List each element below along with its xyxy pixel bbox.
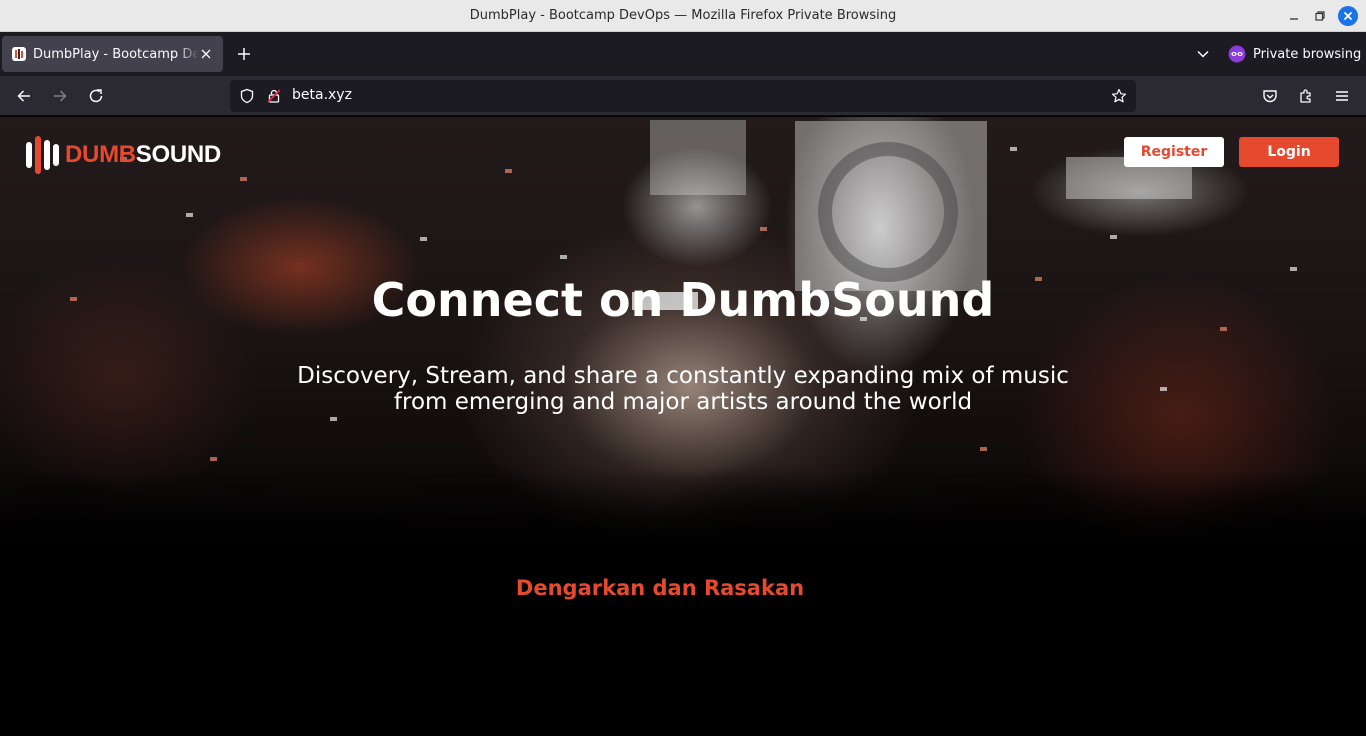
pocket-button[interactable] xyxy=(1260,86,1280,106)
confetti xyxy=(1010,147,1017,151)
url-text[interactable]: beta.xyz xyxy=(292,87,352,103)
close-icon xyxy=(1344,12,1352,20)
hamburger-menu-icon xyxy=(1336,91,1348,101)
window-titlebar: DumbPlay - Bootcamp DevOps — Mozilla Fir… xyxy=(0,0,1366,32)
navigation-toolbar: beta.xyz xyxy=(0,76,1366,116)
hero-banner: DUMBSOUND Register Login Connect on Dumb… xyxy=(0,117,1366,550)
chevron-down-icon xyxy=(1197,50,1209,58)
bookmark-button[interactable] xyxy=(1110,87,1128,105)
maximize-window-button[interactable] xyxy=(1310,6,1330,26)
dumbsound-logo[interactable]: DUMBSOUND xyxy=(26,136,221,174)
tracking-protection-button[interactable] xyxy=(238,87,256,105)
back-arrow-icon xyxy=(17,90,30,102)
close-window-button[interactable] xyxy=(1338,6,1358,26)
minimize-icon xyxy=(1290,18,1298,20)
private-mask-icon xyxy=(1228,45,1246,63)
stage-emblem xyxy=(818,142,958,282)
application-menu-button[interactable] xyxy=(1332,86,1352,106)
list-all-tabs-button[interactable] xyxy=(1194,44,1212,64)
stage-screen xyxy=(650,120,746,195)
confetti xyxy=(1290,267,1297,271)
register-button[interactable]: Register xyxy=(1124,137,1224,167)
hero-title: Connect on DumbSound xyxy=(371,273,995,327)
new-tab-button[interactable] xyxy=(234,44,254,64)
logo-text-dumb: DUMB xyxy=(65,141,136,168)
forward-arrow-icon xyxy=(54,90,67,102)
window-title: DumbPlay - Bootcamp DevOps — Mozilla Fir… xyxy=(469,8,897,23)
tab-title: DumbPlay - Bootcamp DevOps xyxy=(33,46,199,62)
confetti xyxy=(1220,327,1227,331)
reload-icon xyxy=(89,89,103,103)
dumbsound-logo-icon xyxy=(12,47,26,61)
confetti xyxy=(505,169,512,173)
logo-bars-icon xyxy=(26,136,59,174)
page-viewport: DUMBSOUND Register Login Connect on Dumb… xyxy=(0,117,1366,736)
confetti xyxy=(420,237,427,241)
reload-button[interactable] xyxy=(86,86,106,106)
extensions-button[interactable] xyxy=(1296,86,1316,106)
login-button[interactable]: Login xyxy=(1239,137,1339,167)
site-security-button[interactable] xyxy=(265,87,283,105)
confetti xyxy=(760,227,767,231)
plus-icon xyxy=(238,48,250,60)
puzzle-icon xyxy=(1300,89,1311,103)
lock-icon xyxy=(267,89,281,103)
pocket-icon xyxy=(1263,90,1277,103)
section-title: Dengarkan dan Rasakan xyxy=(515,576,805,600)
star-icon xyxy=(1111,88,1127,103)
confetti xyxy=(560,255,567,259)
tab-dumbplay[interactable]: DumbPlay - Bootcamp DevOps xyxy=(2,36,223,72)
private-browsing-indicator: Private browsing xyxy=(1228,44,1361,64)
minimize-window-button[interactable] xyxy=(1284,6,1304,26)
logo-wordmark: DUMBSOUND xyxy=(65,141,221,169)
shield-icon xyxy=(240,88,254,104)
address-bar[interactable]: beta.xyz xyxy=(230,80,1136,112)
confetti xyxy=(240,177,247,181)
forward-button[interactable] xyxy=(50,86,70,106)
confetti xyxy=(1110,235,1117,239)
close-icon xyxy=(201,49,211,59)
hero-subtitle: Discovery, Stream, and share a constantl… xyxy=(297,363,1069,415)
private-browsing-label: Private browsing xyxy=(1253,46,1362,62)
restore-icon xyxy=(1315,11,1325,21)
confetti xyxy=(186,213,193,217)
logo-text-sound: SOUND xyxy=(135,141,221,168)
tab-strip: DumbPlay - Bootcamp DevOps Private brows… xyxy=(0,32,1366,76)
tab-close-button[interactable] xyxy=(197,45,215,63)
back-button[interactable] xyxy=(14,86,34,106)
